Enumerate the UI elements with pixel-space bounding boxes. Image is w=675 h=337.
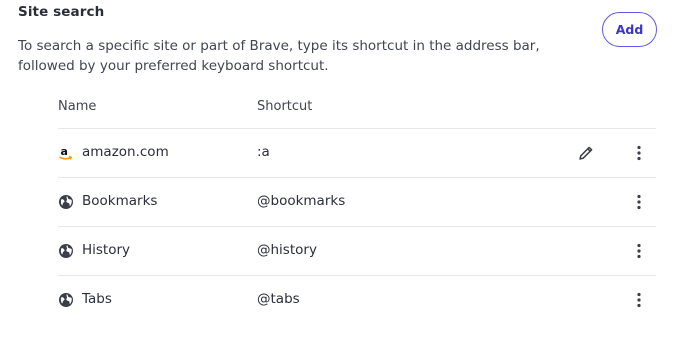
row-name: Bookmarks	[82, 193, 158, 209]
globe-icon	[58, 194, 74, 210]
column-header-shortcut: Shortcut	[257, 99, 313, 114]
more-options-icon[interactable]	[629, 192, 649, 212]
row-shortcut: @bookmarks	[257, 193, 346, 209]
globe-icon	[58, 292, 74, 308]
row-shortcut: @tabs	[257, 291, 300, 307]
column-header-name: Name	[58, 99, 97, 114]
more-options-icon[interactable]	[629, 290, 649, 310]
globe-icon	[58, 243, 74, 259]
row-shortcut: :a	[257, 144, 270, 160]
row-name: amazon.com	[82, 144, 169, 160]
row-shortcut: @history	[257, 242, 317, 258]
site-search-description: To search a specific site or part of Bra…	[18, 38, 540, 74]
svg-text:a: a	[61, 145, 68, 158]
more-options-icon[interactable]	[629, 241, 649, 261]
row-name: Tabs	[82, 291, 112, 307]
add-button[interactable]: Add	[602, 12, 657, 47]
amazon-icon: a	[58, 145, 74, 161]
more-options-icon[interactable]	[629, 143, 649, 163]
row-name: History	[82, 242, 131, 258]
site-search-table: a amazon.com :a Bookmarks @bookmarks His…	[58, 128, 656, 324]
table-row: Bookmarks @bookmarks	[58, 177, 656, 226]
table-row: Tabs @tabs	[58, 275, 656, 324]
table-row: History @history	[58, 226, 656, 275]
edit-icon[interactable]	[576, 143, 596, 163]
table-row: a amazon.com :a	[58, 128, 656, 177]
site-search-title: Site search	[18, 4, 105, 20]
